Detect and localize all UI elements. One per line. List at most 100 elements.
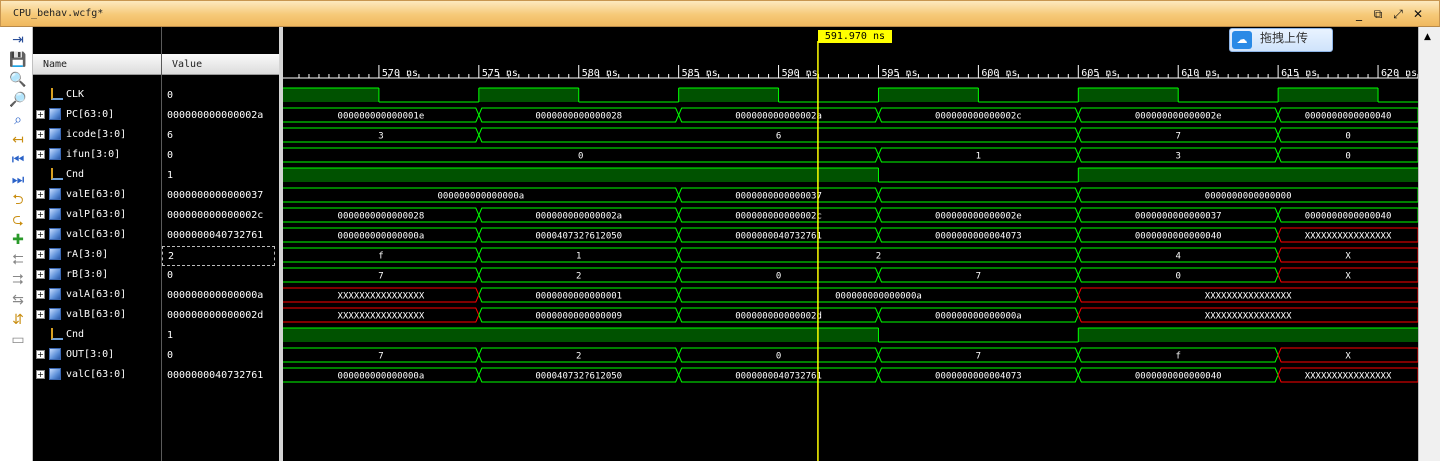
expand-icon[interactable]: + [36, 210, 45, 219]
bus-value-label: 2 [876, 252, 881, 262]
scroll-up-icon[interactable]: ▲ [1424, 32, 1431, 42]
vertical-scrollbar[interactable]: ▲ [1418, 27, 1440, 461]
bus-value-label: 7 [976, 352, 981, 362]
zoom-in-icon[interactable]: 🔍 [9, 71, 27, 89]
zoom-fit-icon[interactable]: ⌕ [9, 111, 27, 129]
expand-icon[interactable]: + [36, 350, 45, 359]
bus-value-label: 0 [776, 272, 781, 282]
signal-value[interactable]: 1 [162, 326, 279, 346]
go-to-end-icon[interactable]: ⏭ [9, 171, 27, 189]
signal-value[interactable]: 6 [162, 126, 279, 146]
name-column: Name CLK + PC[63:0] + icode[3:0] + ifun[3:0] Cn… [33, 27, 161, 461]
expand-icon[interactable]: + [36, 370, 45, 379]
next-transition-icon[interactable]: ⮎ [9, 211, 27, 229]
swap-cursors-icon[interactable]: ⇆ [9, 291, 27, 309]
expand-icon[interactable]: + [36, 310, 45, 319]
signal-name-row[interactable]: + valC[63:0] [33, 225, 161, 245]
bit-high-segment [678, 88, 779, 102]
go-to-start-icon[interactable]: ⏮ [9, 151, 27, 169]
signal-name-row[interactable]: + valA[63:0] [33, 285, 161, 305]
ruler-label: 580 ns [582, 68, 618, 79]
signal-name-row[interactable]: + valE[63:0] [33, 185, 161, 205]
minimize-icon[interactable]: _ [1352, 7, 1366, 21]
bus-signal-icon [49, 268, 61, 280]
signal-name-row[interactable]: Cnd [33, 325, 161, 345]
expand-icon[interactable]: + [36, 190, 45, 199]
signal-value[interactable]: 000000000000000a [162, 286, 279, 306]
ruler-label: 605 ns [1081, 68, 1117, 79]
next-marker-icon[interactable]: ⮆ [9, 271, 27, 289]
signal-name: CLK [66, 89, 85, 100]
name-header[interactable]: Name [33, 54, 161, 75]
expand-icon[interactable]: + [36, 150, 45, 159]
signal-value[interactable]: 0 [162, 86, 279, 106]
expand-icon[interactable]: + [36, 110, 45, 119]
bus-value-label: 0000000040732761 [735, 232, 822, 242]
ruler-label: 620 ns [1381, 68, 1417, 79]
zoom-out-icon[interactable]: 🔎 [9, 91, 27, 109]
signal-name-row[interactable]: Cnd [33, 165, 161, 185]
value-header[interactable]: Value [162, 54, 279, 75]
signal-value[interactable]: 0 [162, 266, 279, 286]
bus-value-label: X [1345, 272, 1351, 282]
signal-value[interactable]: 000000000000002d [162, 306, 279, 326]
signal-name-row[interactable]: + valB[63:0] [33, 305, 161, 325]
value-header-spacer [162, 27, 279, 54]
signal-value[interactable]: 000000000000002c [162, 206, 279, 226]
bus-value-label: 0 [1176, 272, 1181, 282]
signal-name: Cnd [66, 329, 85, 340]
pin-icon[interactable]: ⇥ [9, 31, 27, 49]
cursor-to-zero-icon[interactable]: ↤ [9, 131, 27, 149]
bus-value-label: 000000000000000a [437, 192, 524, 202]
signal-name-row[interactable]: + valP[63:0] [33, 205, 161, 225]
signal-value[interactable]: 0 [162, 146, 279, 166]
signal-name-row[interactable]: + rA[3:0] [33, 245, 161, 265]
previous-transition-icon[interactable]: ⮌ [9, 191, 27, 209]
signal-value[interactable]: 0 [162, 346, 279, 366]
close-icon[interactable]: ✕ [1411, 7, 1425, 21]
expand-icon[interactable]: + [36, 290, 45, 299]
bus-signal-icon [49, 308, 61, 320]
signal-value[interactable]: 1 [162, 166, 279, 186]
save-icon[interactable]: 💾 [9, 51, 27, 69]
signal-name-row[interactable]: CLK [33, 85, 161, 105]
maximize-icon[interactable]: ⤢ [1391, 7, 1405, 21]
bus-value-label: 000000000000002c [935, 112, 1022, 122]
ruler-label: 570 ns [382, 68, 418, 79]
signal-name-row[interactable]: + valC[63:0] [33, 365, 161, 385]
signal-name-row[interactable]: + PC[63:0] [33, 105, 161, 125]
signal-value[interactable]: 0000000040732761 [162, 226, 279, 246]
ruler-label: 600 ns [981, 68, 1017, 79]
signal-value[interactable]: 000000000000002a [162, 106, 279, 126]
waveform-pane[interactable]: 570 ns 575 ns 580 ns 585 ns 590 ns 595 ns 600 … [283, 27, 1419, 461]
signal-name-row[interactable]: + icode[3:0] [33, 125, 161, 145]
bit-high-segment [878, 88, 979, 102]
previous-marker-icon[interactable]: ⮄ [9, 251, 27, 269]
restore-icon[interactable]: ⧉ [1371, 7, 1385, 21]
signal-name-row[interactable]: + ifun[3:0] [33, 145, 161, 165]
collapse-icon[interactable]: ▭ [9, 331, 27, 349]
bus-value-label: 0000000000000037 [1135, 212, 1222, 222]
waveform-canvas[interactable]: 570 ns 575 ns 580 ns 585 ns 590 ns 595 ns 600 … [283, 27, 1419, 461]
expand-icon[interactable]: + [36, 230, 45, 239]
bus-value-label: 0000000000000037 [735, 192, 822, 202]
expand-icon[interactable]: + [36, 270, 45, 279]
upload-button[interactable]: ☁ 拖拽上传 [1229, 28, 1333, 52]
signal-name-row[interactable]: + rB[3:0] [33, 265, 161, 285]
cloud-icon: ☁ [1232, 31, 1252, 49]
expand-icon[interactable]: + [36, 130, 45, 139]
bus-signal-icon [49, 228, 61, 240]
bus-value-label: 000000000000002d [735, 312, 822, 322]
add-marker-icon[interactable]: ✚ [9, 231, 27, 249]
bit-high-segment [1078, 88, 1179, 102]
snap-icon[interactable]: ⇵ [9, 311, 27, 329]
bit-high-segment [1278, 88, 1379, 102]
signal-name-row[interactable]: + OUT[3:0] [33, 345, 161, 365]
signal-value[interactable]: 0000000040732761 [162, 366, 279, 386]
bus-value-label: 000000000000000a [338, 232, 425, 242]
signal-name: valC[63:0] [66, 229, 127, 240]
signal-value[interactable]: 0000000000000037 [162, 186, 279, 206]
signal-value[interactable]: 2 [162, 246, 275, 266]
expand-icon[interactable]: + [36, 250, 45, 259]
cursor-time-label[interactable]: 591.970 ns [817, 30, 892, 43]
